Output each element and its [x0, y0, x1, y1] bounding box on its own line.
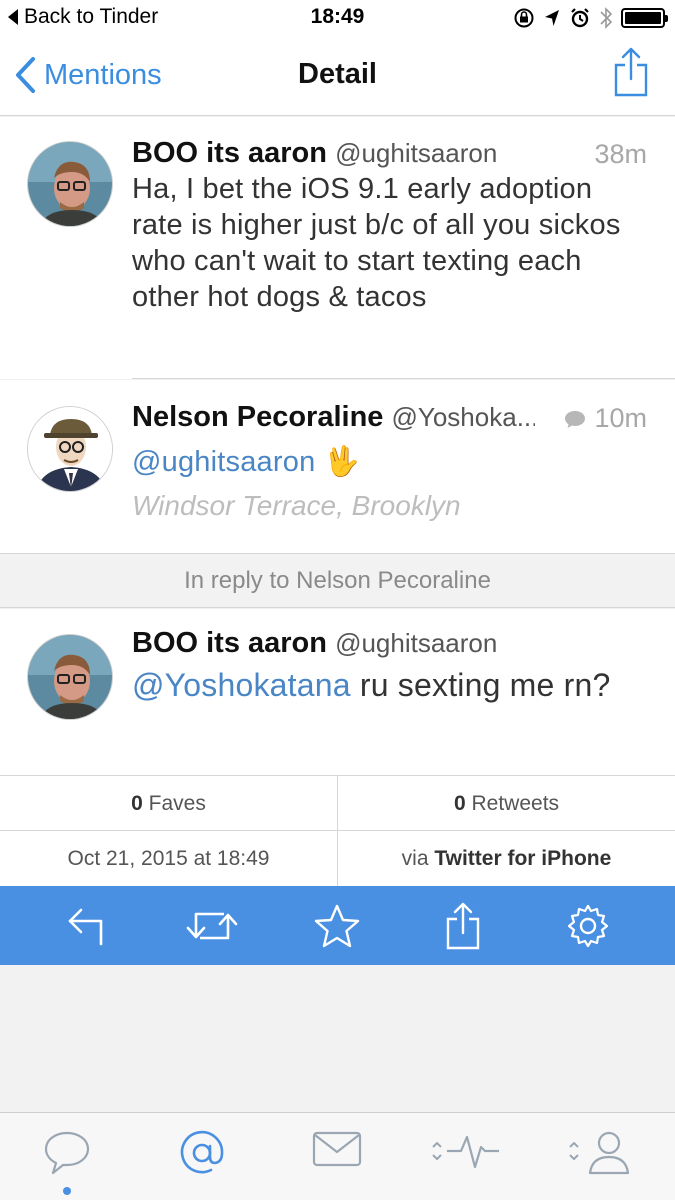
- retweet-icon: [186, 912, 238, 939]
- navigation-bar: Mentions Detail: [0, 38, 675, 116]
- tweet-text-content: ru sexting me rn?: [350, 667, 611, 703]
- retweets-number: 0: [453, 792, 466, 815]
- avatar-image: [28, 635, 112, 719]
- profile-icon: [569, 1131, 630, 1175]
- retweet-button[interactable]: [182, 896, 242, 956]
- faves-number: 0: [131, 792, 143, 815]
- reply-icon: [68, 908, 102, 945]
- tweet-header: BOO its aaron @ughitsaaron: [132, 137, 647, 170]
- reply-button[interactable]: [57, 896, 117, 956]
- tweet-text: @ughitsaaron 🖖: [132, 444, 645, 480]
- battery-icon: [621, 8, 668, 28]
- conversation-icon: [565, 410, 586, 428]
- tweet-text: Ha, I bet the iOS 9.1 early adoption rat…: [132, 173, 621, 313]
- tweet-2[interactable]: Nelson Pecoraline @Yoshoka... 10m @ughit…: [0, 380, 675, 553]
- share-tweet-button[interactable]: [433, 896, 493, 956]
- messages-icon: [312, 1131, 362, 1167]
- emoji: 🖖: [323, 446, 360, 478]
- avatar[interactable]: [27, 406, 113, 492]
- tweet-detail: BOO its aaron @ughitsaaron @Yoshokatana …: [0, 609, 675, 775]
- author-name[interactable]: BOO its aaron: [132, 627, 327, 659]
- settings-icon: [568, 904, 609, 947]
- tweet-header: BOO its aaron @ughitsaaron: [132, 627, 647, 660]
- orientation-lock-icon: [514, 8, 534, 28]
- via-prefix: via: [401, 847, 435, 870]
- tweet-time-text: 10m: [594, 403, 647, 433]
- tweet-date: Oct 21, 2015 at 18:49: [67, 847, 270, 870]
- divider: [132, 378, 675, 379]
- tab-activity[interactable]: [425, 1129, 505, 1189]
- tab-messages[interactable]: [297, 1129, 377, 1189]
- alarm-icon: [571, 8, 589, 28]
- author-handle[interactable]: @ughitsaaron: [335, 628, 497, 658]
- avatar-image: [28, 142, 112, 226]
- faves-label: Faves: [142, 792, 206, 815]
- tab-profile[interactable]: [562, 1129, 642, 1189]
- tweet-stats: 0 Faves 0 Retweets Oct 21, 2015 at 18:49…: [0, 775, 675, 887]
- status-bar: Back to Tinder 18:49: [0, 0, 675, 38]
- location-arrow-icon: [545, 10, 559, 26]
- mention-link[interactable]: @Yoshokatana: [132, 667, 351, 703]
- settings-button[interactable]: [558, 896, 618, 956]
- mention-link[interactable]: @ughitsaaron: [132, 446, 315, 478]
- tweet-client[interactable]: via Twitter for iPhone: [338, 831, 675, 886]
- favorite-icon: [315, 904, 360, 947]
- tweet-text: @Yoshokatana ru sexting me rn?: [132, 665, 645, 705]
- divider: [337, 776, 338, 887]
- client-name: Twitter for iPhone: [434, 847, 612, 870]
- avatar[interactable]: [27, 141, 113, 227]
- tweet-time: 10m: [564, 403, 647, 434]
- page-title: Detail: [298, 58, 377, 90]
- tab-timeline[interactable]: [27, 1129, 107, 1189]
- tweet-location[interactable]: Windsor Terrace, Brooklyn: [132, 490, 461, 522]
- avatar[interactable]: [27, 634, 113, 720]
- author-handle[interactable]: @Yoshoka...: [392, 402, 536, 432]
- share-icon: [614, 47, 648, 97]
- activity-icon: [432, 1135, 499, 1169]
- favorite-button[interactable]: [307, 896, 367, 956]
- tab-bar: [0, 1112, 675, 1200]
- bluetooth-icon: [600, 7, 613, 29]
- author-name[interactable]: Nelson Pecoraline: [132, 401, 383, 433]
- status-icons: [513, 6, 668, 30]
- tweet-1[interactable]: BOO its aaron @ughitsaaron 38m Ha, I bet…: [0, 117, 675, 379]
- retweets-count[interactable]: 0 Retweets: [338, 776, 675, 831]
- faves-count[interactable]: 0 Faves: [0, 776, 337, 831]
- in-reply-to-banner[interactable]: In reply to Nelson Pecoraline: [0, 553, 675, 608]
- action-bar: [0, 886, 675, 965]
- mentions-icon: [180, 1130, 224, 1174]
- author-name[interactable]: BOO its aaron: [132, 137, 327, 169]
- retweets-label: Retweets: [465, 792, 560, 815]
- timeline-icon: [44, 1131, 90, 1175]
- share-icon: [446, 902, 480, 949]
- tab-mentions[interactable]: [162, 1129, 242, 1189]
- tweet-time-text: 38m: [594, 139, 647, 169]
- active-tab-indicator: [63, 1187, 71, 1195]
- avatar-illustration: [28, 407, 112, 491]
- tweet-time: 38m: [594, 139, 647, 170]
- share-button[interactable]: [613, 46, 649, 103]
- tweet-header: Nelson Pecoraline @Yoshoka...: [132, 401, 535, 434]
- author-handle[interactable]: @ughitsaaron: [335, 138, 497, 168]
